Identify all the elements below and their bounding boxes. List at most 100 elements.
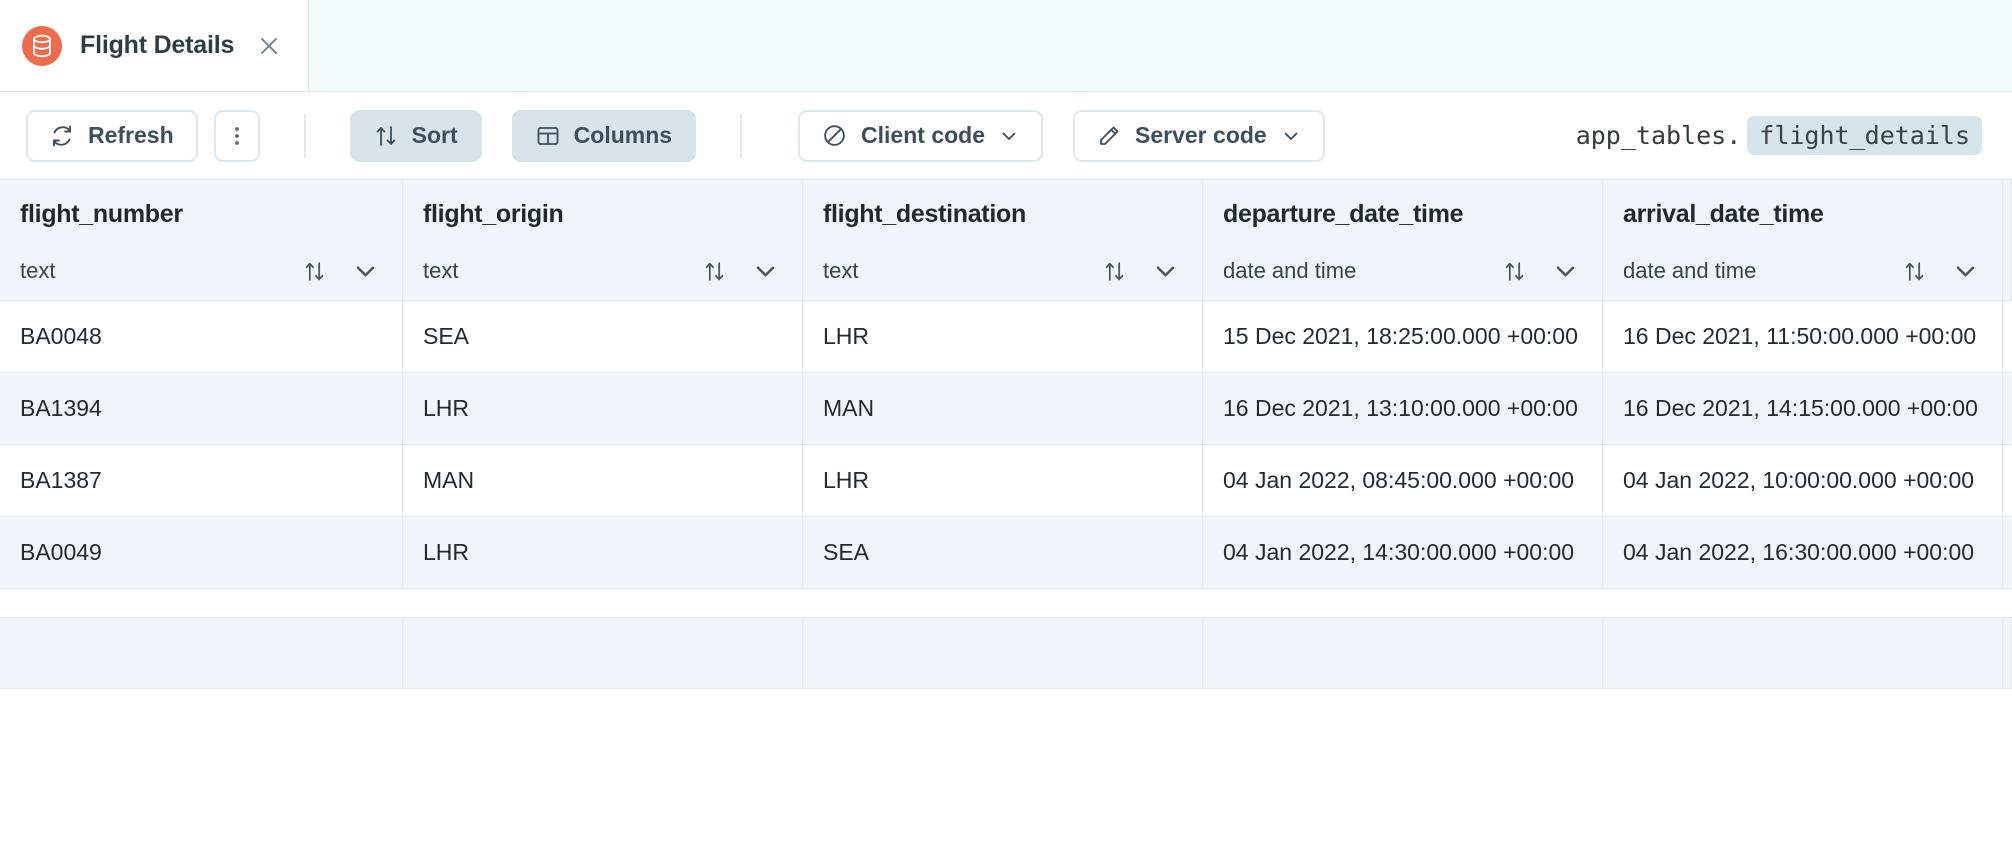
table-cell[interactable] — [2003, 373, 2012, 445]
table-cell[interactable]: BA0049 — [0, 517, 403, 589]
client-code-button[interactable]: Client code — [798, 109, 1044, 162]
table-row[interactable]: BA0049 LHR SEA 04 Jan 2022, 14:30:00.000 +0… — [0, 517, 2012, 589]
chevron-down-icon — [999, 126, 1019, 146]
new-row-cell[interactable] — [403, 617, 803, 689]
new-row-cell[interactable] — [1603, 617, 2003, 689]
table-cell[interactable]: LHR — [803, 301, 1203, 373]
sort-updown-icon[interactable] — [702, 259, 727, 284]
table-path: app_tables. flight_details — [1576, 116, 1986, 155]
table-cell[interactable]: 16 Dec 2021, 11:50:00.000 +00:00 — [1603, 301, 2003, 373]
column-type: text — [423, 258, 459, 283]
grid-new-row[interactable] — [0, 617, 2012, 689]
chevron-down-icon — [1281, 126, 1301, 146]
grid-column-header[interactable]: flight_destinationtext — [803, 180, 1203, 300]
table-cell[interactable] — [2003, 517, 2012, 589]
column-header-flight_destination[interactable]: flight_destinationtext — [803, 180, 1202, 300]
table-cell[interactable]: 04 Jan 2022, 14:30:00.000 +00:00 — [1203, 517, 1603, 589]
tab-bar-empty-area — [309, 0, 2012, 91]
column-name: arrival_date_time — [1623, 200, 1824, 228]
table-cell[interactable]: 15 Dec 2021, 18:25:00.000 +00:00 — [1203, 301, 1603, 373]
table-cell[interactable]: BA1387 — [0, 445, 403, 517]
grid-header-row: flight_number text flight_origin text flight… — [0, 180, 2012, 301]
column-name: flight_number — [20, 200, 183, 228]
table-row[interactable]: BA1394 LHR MAN 16 Dec 2021, 13:10:00.000 +0… — [0, 373, 2012, 445]
client-code-label: Client code — [861, 122, 986, 148]
kebab-menu-icon — [234, 124, 240, 148]
columns-layout-icon — [536, 124, 560, 148]
refresh-label: Refresh — [88, 122, 174, 148]
pencil-icon — [1097, 124, 1121, 148]
server-code-button[interactable]: Server code — [1073, 109, 1325, 162]
table-cell[interactable] — [2003, 445, 2012, 517]
chevron-down-icon[interactable] — [353, 259, 378, 284]
table-cell[interactable]: 04 Jan 2022, 10:00:00.000 +00:00 — [1603, 445, 2003, 517]
table-cell[interactable]: MAN — [403, 445, 803, 517]
table-row[interactable]: BA1387 MAN LHR 04 Jan 2022, 08:45:00.000 +0… — [0, 445, 2012, 517]
new-row-cell[interactable] — [803, 617, 1203, 689]
more-options-button[interactable] — [213, 109, 260, 162]
tab-flight-details[interactable]: Flight Details — [0, 0, 310, 91]
toolbar: Refresh Sort Columns Client code Server … — [0, 92, 2012, 180]
table-cell[interactable]: 04 Jan 2022, 16:30:00.000 +00:00 — [1603, 517, 2003, 589]
sort-updown-icon[interactable] — [1902, 259, 1927, 284]
table-cell[interactable]: 16 Dec 2021, 13:10:00.000 +00:00 — [1203, 373, 1603, 445]
chevron-down-icon[interactable] — [753, 259, 778, 284]
table-cell[interactable]: MAN — [803, 373, 1203, 445]
table-cell[interactable]: LHR — [403, 373, 803, 445]
column-header-arrival_date_time[interactable]: arrival_date_timedate and time — [1603, 180, 2002, 300]
refresh-icon — [50, 124, 74, 148]
new-row-cell[interactable] — [2003, 617, 2012, 689]
chevron-down-icon[interactable] — [1553, 259, 1578, 284]
column-name: flight_origin — [423, 200, 564, 228]
table-cell[interactable] — [2003, 301, 2012, 373]
refresh-button[interactable]: Refresh — [26, 109, 198, 162]
column-header-overflow[interactable] — [2003, 180, 2011, 300]
sort-updown-icon[interactable] — [302, 259, 327, 284]
tab-title: Flight Details — [80, 31, 235, 59]
grid-column-header[interactable]: flight_numbertext — [0, 180, 403, 300]
columns-button[interactable]: Columns — [511, 109, 697, 162]
column-name: flight_destination — [823, 200, 1026, 228]
column-header-departure_date_time[interactable]: departure_date_timedate and time — [1203, 180, 1602, 300]
table-row[interactable]: BA0048 SEA LHR 15 Dec 2021, 18:25:00.000 +0… — [0, 301, 2012, 373]
table-cell[interactable]: SEA — [403, 301, 803, 373]
sort-label: Sort — [411, 122, 458, 148]
toolbar-divider-1 — [303, 113, 306, 158]
column-header-flight_origin[interactable]: flight_origintext — [403, 180, 802, 300]
new-row-cell[interactable] — [0, 617, 403, 689]
table-path-prefix: app_tables. — [1575, 121, 1742, 150]
data-grid: flight_number text flight_origin text flight… — [0, 180, 2012, 689]
chevron-down-icon[interactable] — [1953, 259, 1978, 284]
column-type: date and time — [1223, 258, 1357, 283]
table-cell[interactable]: 04 Jan 2022, 08:45:00.000 +00:00 — [1203, 445, 1603, 517]
tab-bar: Flight Details — [0, 0, 2012, 92]
column-name: departure_date_time — [1223, 200, 1464, 228]
close-icon[interactable] — [256, 33, 282, 59]
grid-spacer-row — [0, 589, 2012, 617]
table-name-pill[interactable]: flight_details — [1747, 116, 1982, 155]
grid-column-header[interactable] — [2003, 180, 2012, 300]
database-icon — [22, 25, 62, 66]
new-row-cell[interactable] — [1203, 617, 1603, 689]
grid-column-header[interactable]: arrival_date_timedate and time — [1603, 180, 2003, 300]
sort-updown-icon[interactable] — [1502, 259, 1527, 284]
table-cell[interactable]: BA1394 — [0, 373, 403, 445]
sort-arrows-icon — [374, 124, 398, 148]
column-type: text — [823, 258, 859, 283]
columns-label: Columns — [573, 122, 673, 148]
table-cell[interactable]: 16 Dec 2021, 14:15:00.000 +00:00 — [1603, 373, 2003, 445]
sort-button[interactable]: Sort — [349, 109, 482, 162]
table-cell[interactable]: LHR — [403, 517, 803, 589]
column-type: date and time — [1623, 258, 1757, 283]
sort-updown-icon[interactable] — [1102, 259, 1127, 284]
chevron-down-icon[interactable] — [1153, 259, 1178, 284]
table-cell[interactable]: LHR — [803, 445, 1203, 517]
column-type: text — [20, 258, 56, 283]
column-header-flight_number[interactable]: flight_numbertext — [0, 180, 402, 300]
table-cell[interactable]: SEA — [803, 517, 1203, 589]
table-cell[interactable]: BA0048 — [0, 301, 403, 373]
grid-column-header[interactable]: departure_date_timedate and time — [1203, 180, 1603, 300]
server-code-label: Server code — [1135, 122, 1267, 148]
no-access-icon — [822, 123, 847, 148]
grid-column-header[interactable]: flight_origintext — [403, 180, 803, 300]
